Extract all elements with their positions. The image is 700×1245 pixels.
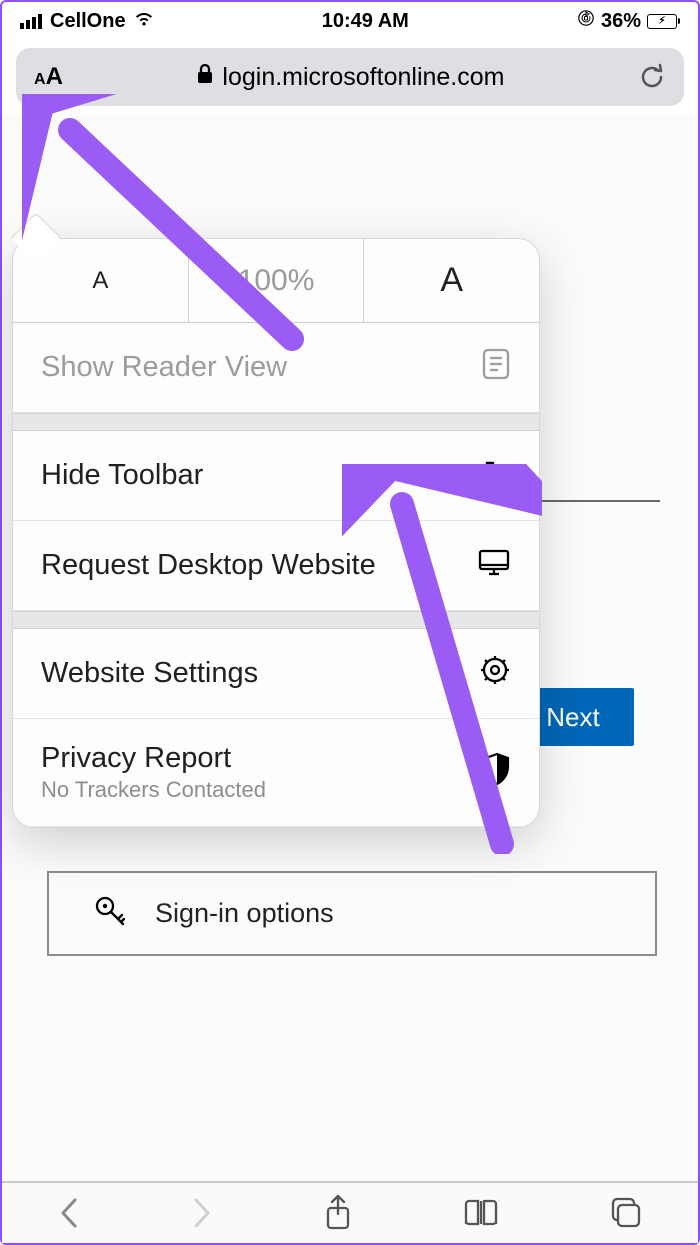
url-bar[interactable]: AA login.microsoftonline.com [16, 48, 684, 106]
key-icon [93, 892, 129, 935]
back-button[interactable] [57, 1196, 81, 1230]
reader-icon [481, 347, 511, 389]
expand-icon [481, 457, 511, 495]
signin-options-label: Sign-in options [155, 898, 334, 929]
aa-popup: A 100% A Show Reader View Hide Toolbar R… [12, 238, 540, 828]
cell-signal-icon [20, 14, 42, 29]
zoom-level[interactable]: 100% [189, 239, 365, 322]
privacy-report-label: Privacy Report [41, 742, 231, 774]
zoom-in[interactable]: A [364, 239, 539, 322]
text-size-button[interactable]: AA [34, 63, 63, 91]
privacy-report-row[interactable]: Privacy Report No Trackers Contacted [13, 719, 539, 827]
request-desktop-label: Request Desktop Website [41, 549, 477, 582]
status-bar: CellOne 10:49 AM 36% ⚡︎ [2, 2, 698, 40]
desktop-icon [477, 547, 511, 585]
url-domain: login.microsoftonline.com [222, 63, 504, 92]
battery-pct: 36% [601, 10, 641, 33]
signin-options-button[interactable]: Sign-in options [47, 871, 657, 956]
tabs-button[interactable] [609, 1196, 643, 1230]
shield-icon [483, 752, 511, 794]
hide-toolbar-row[interactable]: Hide Toolbar [13, 431, 539, 521]
forward-button [190, 1196, 214, 1230]
reload-button[interactable] [638, 62, 666, 92]
bookmarks-button[interactable] [462, 1198, 500, 1228]
clock: 10:49 AM [154, 10, 577, 33]
page-content: Next Sign-in options Terms of use Privac… [2, 114, 698, 1199]
request-desktop-row[interactable]: Request Desktop Website [13, 521, 539, 611]
battery-icon: ⚡︎ [647, 14, 680, 29]
bottom-toolbar [2, 1181, 698, 1243]
website-settings-row[interactable]: Website Settings [13, 629, 539, 719]
carrier-label: CellOne [50, 10, 126, 33]
rotation-lock-icon [577, 9, 595, 33]
hide-toolbar-label: Hide Toolbar [41, 459, 481, 492]
wifi-icon [134, 10, 154, 33]
share-button[interactable] [323, 1194, 353, 1232]
website-settings-label: Website Settings [41, 657, 479, 690]
reader-view-row: Show Reader View [13, 323, 539, 413]
privacy-report-sub: No Trackers Contacted [41, 777, 483, 803]
reader-view-label: Show Reader View [41, 351, 481, 384]
lock-icon [196, 63, 214, 92]
gear-icon [479, 654, 511, 694]
